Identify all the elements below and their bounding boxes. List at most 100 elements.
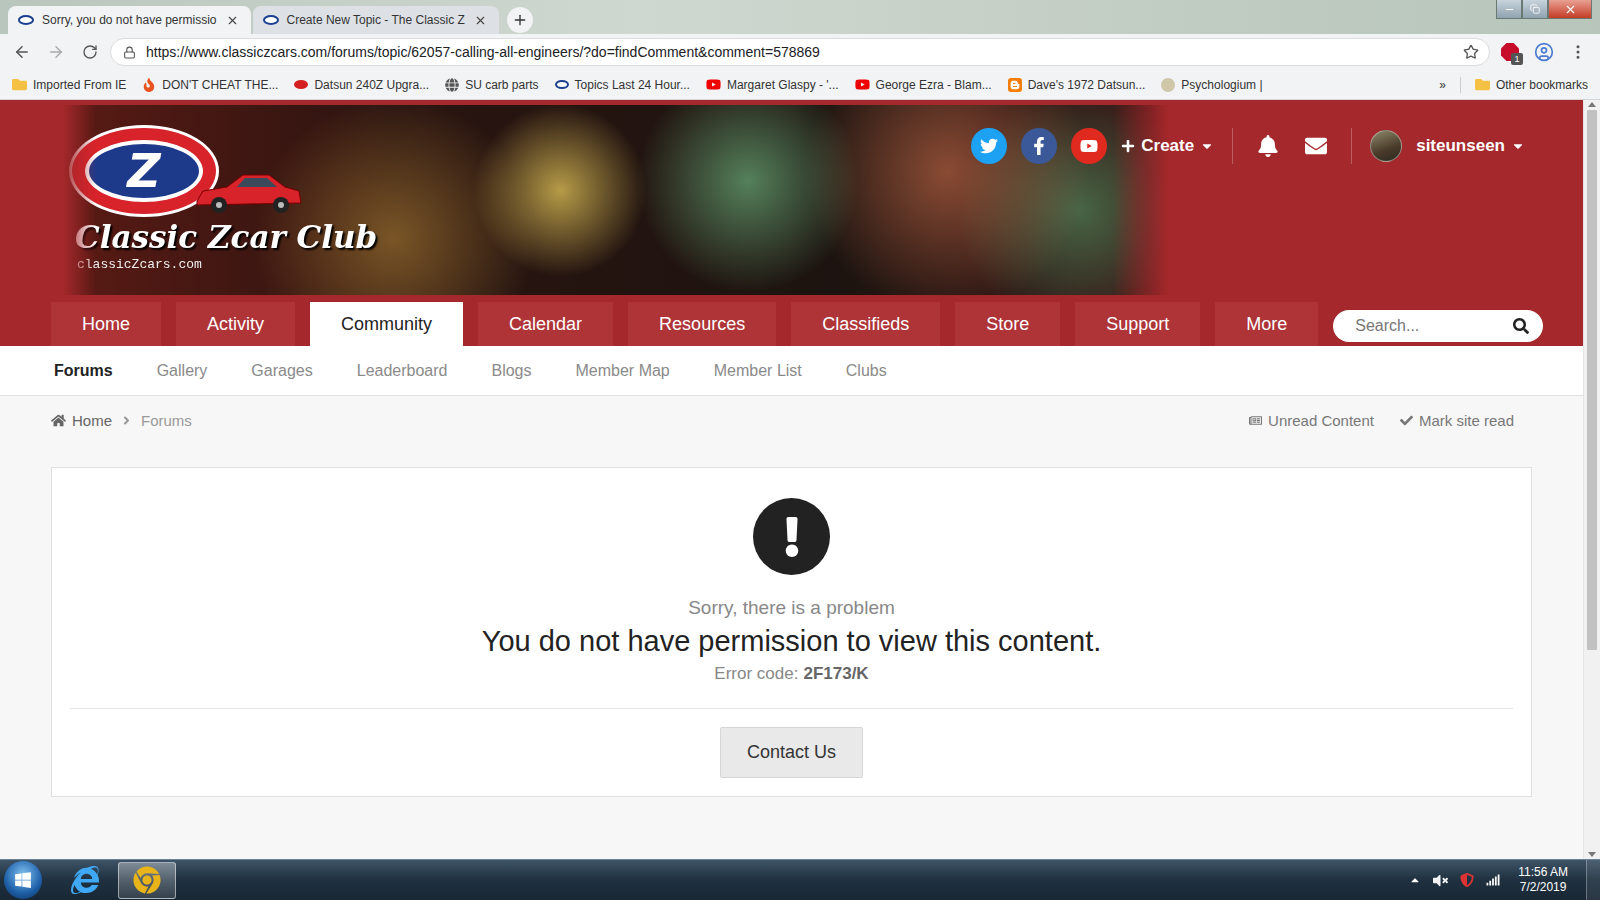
nav-tab[interactable]: Store [955,302,1060,346]
sub-nav-item[interactable]: Garages [251,362,312,380]
sub-nav-item[interactable]: Blogs [491,362,531,380]
bookmark[interactable]: DON'T CHEAT THE... [142,78,278,92]
contact-button[interactable]: Contact Us [720,727,863,778]
nav-tab[interactable]: Support [1075,302,1200,346]
adblock-extension[interactable]: 1 [1496,38,1524,66]
browser-tab[interactable]: Create New Topic - The Classic Z [253,6,499,34]
create-label: Create [1141,136,1194,156]
logo-title: Classic Zcar Club [69,219,377,255]
close-button[interactable] [1548,0,1592,19]
nav-tab[interactable]: Classifieds [791,302,940,346]
restore-button[interactable] [1522,0,1548,19]
bookmark-label: Imported From IE [33,78,126,92]
scroll-down-icon[interactable] [1588,852,1596,857]
window-controls [1496,0,1592,19]
bookmark[interactable]: Imported From IE [12,77,126,92]
star-icon[interactable] [1463,44,1479,60]
sub-nav-item[interactable]: Member Map [576,362,670,380]
nav-tab[interactable]: Resources [628,302,776,346]
forward-button[interactable] [42,38,70,66]
nav-tab[interactable]: Home [51,302,161,346]
tab-title: Create New Topic - The Classic Z [287,13,465,27]
minimize-button[interactable] [1496,0,1522,19]
page-action[interactable]: Mark site read [1400,412,1514,429]
messages-button[interactable] [1299,135,1333,157]
scroll-up-icon[interactable] [1588,102,1596,107]
address-bar[interactable]: https://www.classiczcars.com/forums/topi… [110,38,1490,66]
youtube-link[interactable] [1071,128,1107,164]
bookmark[interactable]: SU carb parts [445,78,538,92]
bookmark[interactable]: George Ezra - Blam... [855,77,992,92]
user-menu[interactable]: siteunseen [1370,130,1525,162]
muted-speaker-icon[interactable] [1433,873,1448,888]
taskbar-app[interactable] [56,862,114,899]
other-bookmarks[interactable]: Other bookmarks [1475,77,1588,92]
fire-icon [142,78,156,92]
scrollbar[interactable] [1583,100,1600,859]
error-heading: Sorry, there is a problem [688,597,895,619]
show-hidden-icon[interactable] [1409,874,1421,886]
notifications-button[interactable] [1251,135,1285,157]
security-icon[interactable] [1460,873,1474,887]
breadcrumb[interactable]: Forums [141,412,192,429]
bookmark[interactable]: Datsun 240Z Upgra... [294,78,429,92]
scroll-thumb[interactable] [1587,110,1597,650]
site-logo[interactable]: ZClassic Zcar ClubclassicZcars.com [69,125,377,272]
network-icon[interactable] [1486,873,1500,887]
browser-tab[interactable]: Sorry, you do not have permissio [8,6,251,34]
breadcrumb[interactable]: Home [51,412,112,429]
separator [1351,128,1352,164]
bookmark[interactable]: Dave's 1972 Datsun... [1008,78,1146,92]
bookmark-label: Other bookmarks [1496,78,1588,92]
sub-nav-item[interactable]: Gallery [157,362,208,380]
youtube-icon [1080,137,1098,155]
start-button[interactable] [4,861,42,899]
reload-button[interactable] [76,38,104,66]
bookmark[interactable]: Margaret Glaspy - '... [706,77,839,92]
windows-icon [14,871,32,889]
globe-icon [445,78,459,92]
tab-close[interactable] [473,12,489,28]
tab-close[interactable] [225,12,241,28]
separator [1232,128,1233,164]
nav-tab[interactable]: Community [310,302,463,346]
search-icon[interactable] [1513,318,1529,334]
bookmark[interactable]: Psychologium | [1161,78,1262,92]
breadcrumbs: Home Forums [51,412,192,429]
new-tab-button[interactable] [507,7,533,33]
profile-button[interactable] [1530,38,1558,66]
bookmark-label: SU carb parts [465,78,538,92]
bookmarks-end: » Other bookmarks [1439,77,1588,93]
error-message: You do not have permission to view this … [482,625,1102,658]
facebook-icon [1030,137,1048,155]
search-input[interactable] [1353,316,1513,336]
bookmarks-overflow[interactable]: » [1439,78,1446,92]
clock[interactable]: 11:56 AM7/2/2019 [1512,865,1574,895]
check-icon [1400,414,1413,427]
nav-tab[interactable]: Calendar [478,302,613,346]
sub-nav-item[interactable]: Clubs [846,362,887,380]
create-menu[interactable]: Create [1121,136,1214,156]
back-button[interactable] [8,38,36,66]
show-desktop-button[interactable] [1586,860,1600,900]
sub-nav-item[interactable]: Member List [714,362,802,380]
page-action[interactable]: Unread Content [1249,412,1374,429]
forward-icon [47,43,65,61]
sub-nav: Forums Gallery Garages Leaderboard Blogs Memb… [0,346,1583,396]
nav-tab[interactable]: Activity [176,302,295,346]
blogger-icon [1008,78,1022,92]
menu-icon [1569,43,1587,61]
plus-icon [512,12,528,28]
system-tray: 11:56 AM7/2/2019 [1409,860,1600,900]
folder-icon [1475,77,1490,92]
nav-tab[interactable]: More [1215,302,1318,346]
z-favicon-icon [294,80,308,89]
twitter-icon [980,137,998,155]
sub-nav-item[interactable]: Leaderboard [357,362,448,380]
menu-button[interactable] [1564,38,1592,66]
sub-nav-item[interactable]: Forums [54,362,113,380]
twitter-link[interactable] [971,128,1007,164]
facebook-link[interactable] [1021,128,1057,164]
taskbar-app[interactable] [118,862,176,899]
bookmark[interactable]: Topics Last 24 Hour... [555,78,690,92]
